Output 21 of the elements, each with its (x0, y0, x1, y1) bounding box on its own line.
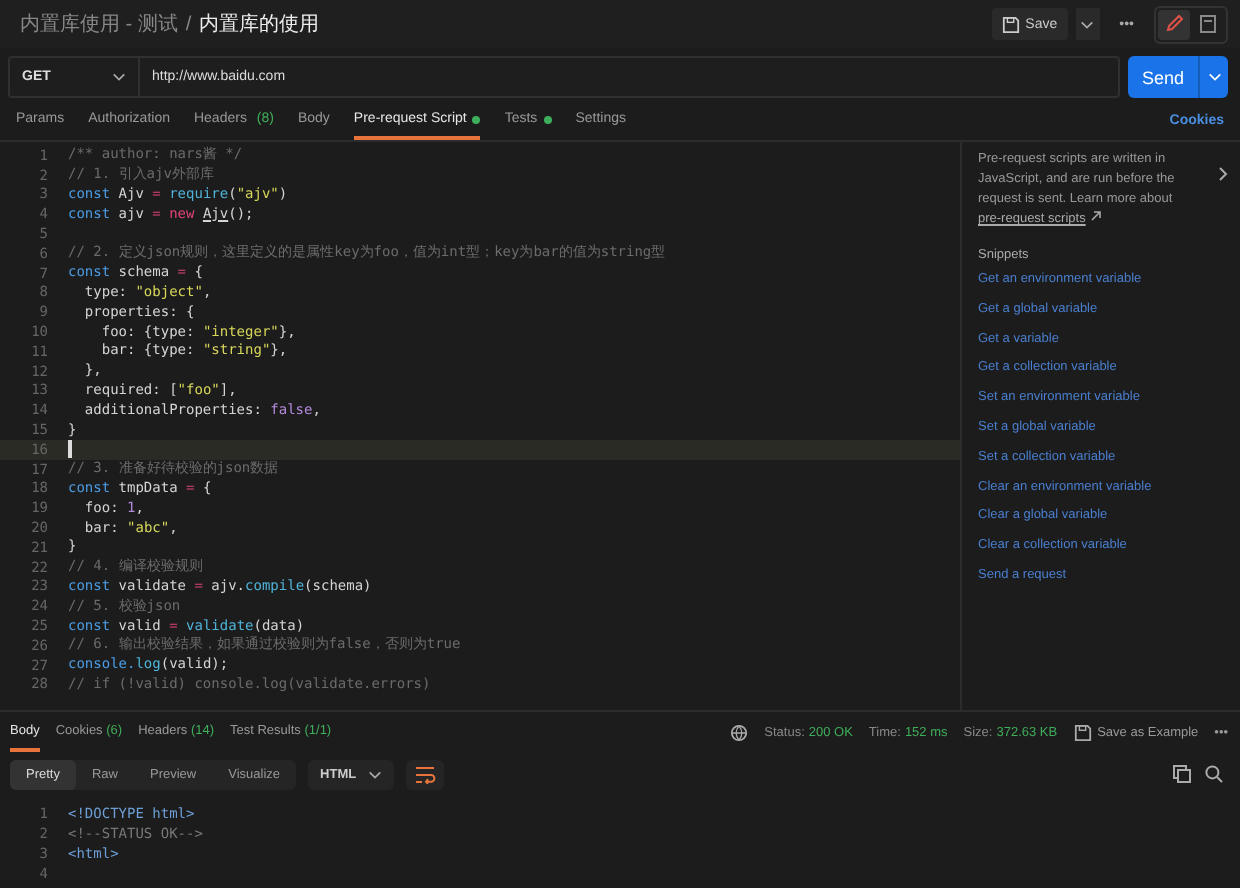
external-link-icon (1089, 210, 1102, 222)
status-dot-icon (543, 115, 552, 123)
document-icon (1198, 14, 1218, 34)
save-options-button[interactable] (1075, 8, 1100, 40)
chevron-right-icon[interactable] (1218, 166, 1228, 182)
send-button[interactable]: Send (1128, 56, 1228, 98)
caret-icon (1080, 19, 1095, 29)
copy-icon[interactable] (1172, 764, 1192, 784)
caret-icon (368, 769, 383, 779)
pencil-icon (1164, 14, 1184, 34)
search-icon[interactable] (1204, 764, 1224, 784)
text-cursor (68, 440, 71, 459)
globe-icon[interactable] (730, 723, 749, 741)
breadcrumb-parent[interactable]: 内置库使用 - 测试 (20, 10, 178, 38)
caret-icon (1207, 72, 1221, 82)
request-title: 内置库的使用 (199, 11, 320, 38)
wrap-lines-button[interactable] (406, 759, 445, 789)
status-dot-icon (472, 115, 481, 123)
wrap-icon (414, 765, 437, 783)
breadcrumb-separator: / (185, 13, 192, 35)
edit-mode-button[interactable] (1158, 9, 1190, 39)
